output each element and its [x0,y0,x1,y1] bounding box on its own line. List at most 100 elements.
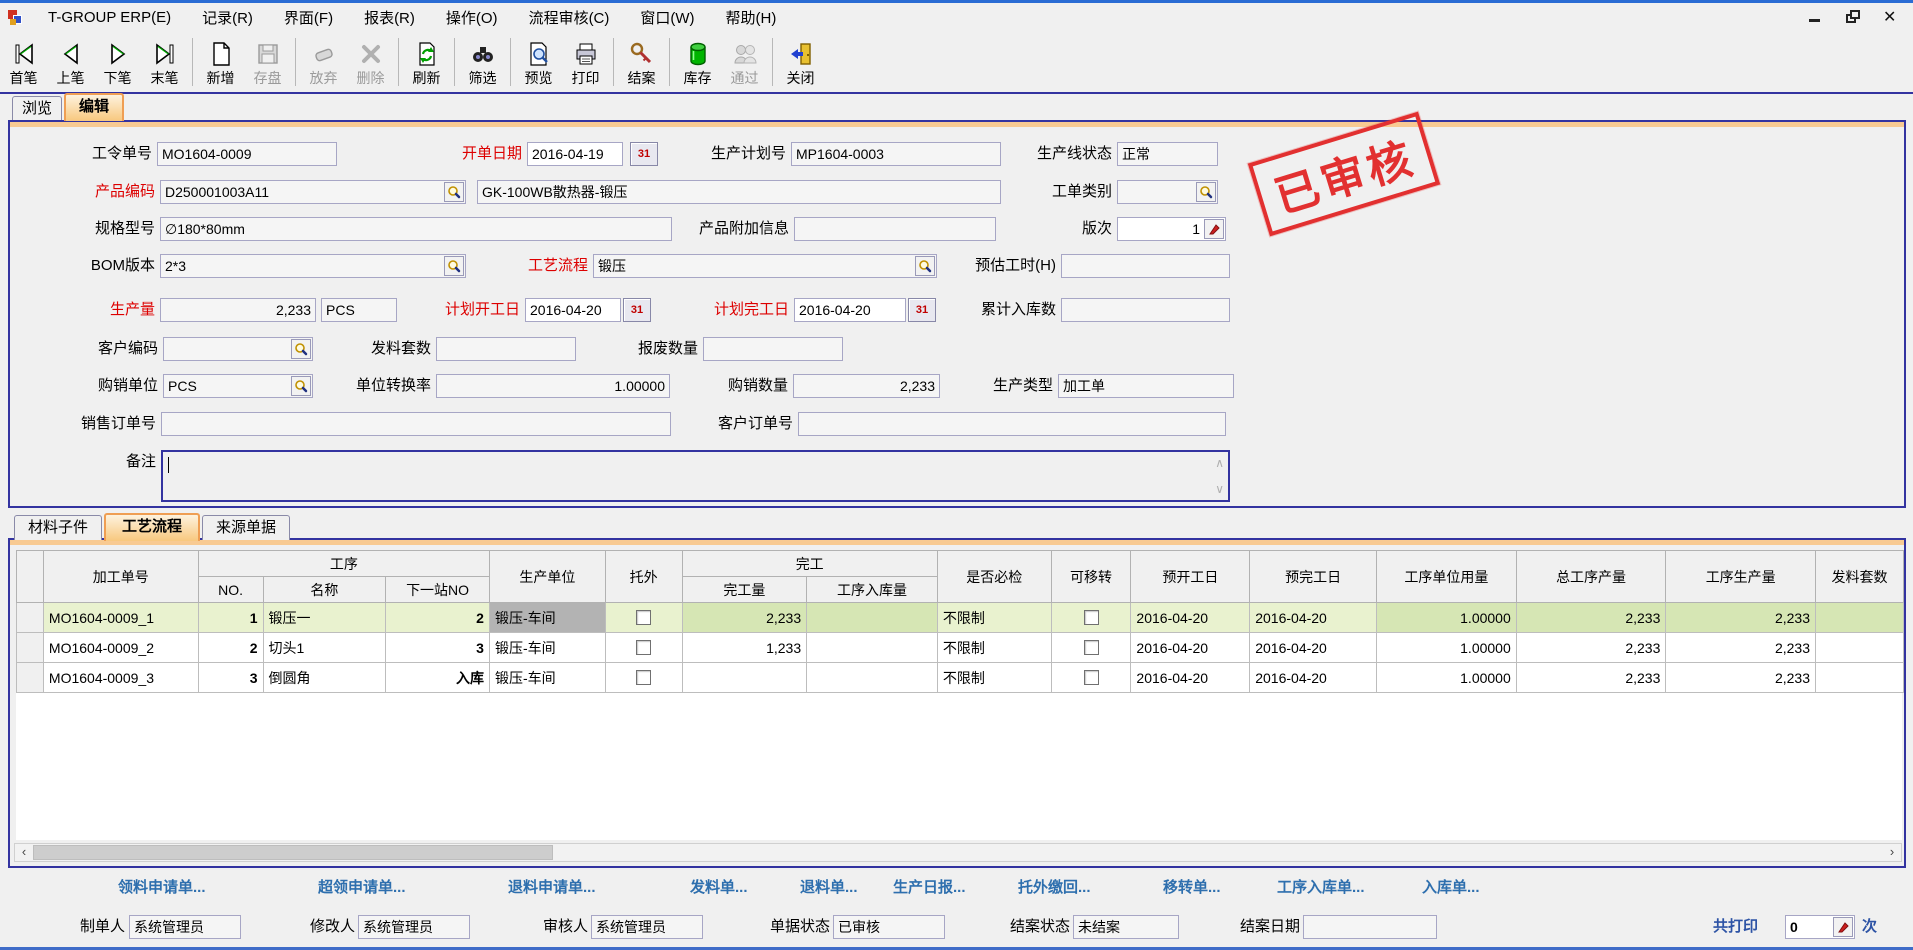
transferable-checkbox[interactable] [1084,610,1099,625]
transferable-checkbox[interactable] [1084,670,1099,685]
cell-unit[interactable]: 锻压-车间 [489,633,605,663]
cell-outsource[interactable] [605,603,682,633]
first-record-button[interactable]: 首笔 [0,34,47,90]
cell-no[interactable]: 1 [198,603,263,633]
prod-qty-input[interactable] [161,299,315,321]
cell-name[interactable]: 锻压一 [263,603,386,633]
order-type-lookup-icon[interactable] [1196,182,1216,202]
col-issue-sets-header[interactable]: 发料套数 [1816,551,1904,603]
link-return-request[interactable]: 退料申请单... [508,876,596,897]
transferable-checkbox[interactable] [1084,640,1099,655]
tab-process-flow[interactable]: 工艺流程 [104,513,200,541]
col-next-no-header[interactable]: 下一站NO [386,577,490,603]
cell-unit[interactable]: 锻压-车间 [489,663,605,693]
customer-order-no-input[interactable] [799,413,1225,435]
cell-pre-start[interactable]: 2016-04-20 [1131,663,1250,693]
unit-rate-input[interactable] [437,375,669,397]
cell-pre-end[interactable]: 2016-04-20 [1250,663,1377,693]
next-record-button[interactable]: 下笔 [94,34,141,90]
outsource-checkbox[interactable] [636,670,651,685]
menu-window[interactable]: 窗口(W) [640,7,694,28]
col-no-header[interactable]: NO. [198,577,263,603]
cell-name[interactable]: 切头1 [263,633,386,663]
menu-help[interactable]: 帮助(H) [726,7,777,28]
menu-tgroup-erp[interactable]: T-GROUP ERP(E) [48,9,171,26]
inventory-button[interactable]: 库存 [674,34,721,90]
col-unit-header[interactable]: 生产单位 [489,551,605,603]
scroll-down-icon[interactable]: ∨ [1215,484,1224,494]
menu-interface[interactable]: 界面(F) [284,7,333,28]
version-red-pen-icon[interactable] [1204,219,1224,239]
cell-next-no[interactable]: 2 [386,603,490,633]
issue-sets-input[interactable] [437,338,575,360]
cell-pre-end[interactable]: 2016-04-20 [1250,633,1377,663]
menu-record[interactable]: 记录(R) [202,7,253,28]
col-name-header[interactable]: 名称 [263,577,386,603]
prod-type-input[interactable] [1059,375,1233,397]
row-selector[interactable] [17,663,44,693]
spec-input[interactable] [161,218,671,240]
link-process-instore-doc[interactable]: 工序入库单... [1277,876,1365,897]
grid-row-1[interactable]: MO1604-0009_1 1 锻压一 2 锻压-车间 2,233 不限制 20… [17,603,1904,633]
open-date-input[interactable] [528,143,622,165]
scroll-right-icon[interactable]: › [1883,844,1901,861]
previous-record-button[interactable]: 上笔 [47,34,94,90]
link-production-daily[interactable]: 生产日报... [893,876,966,897]
cell-name[interactable]: 倒圆角 [263,663,386,693]
menu-workflow-audit[interactable]: 流程审核(C) [529,7,610,28]
grid-row-3[interactable]: MO1604-0009_3 3 倒圆角 入库 锻压-车间 不限制 2016-04… [17,663,1904,693]
horizontal-scrollbar[interactable]: ‹ › [14,843,1902,862]
line-status-input[interactable] [1118,143,1217,165]
cell-next-no[interactable]: 3 [386,633,490,663]
print-count-red-pen-icon[interactable] [1833,917,1853,937]
link-over-request[interactable]: 超领申请单... [318,876,406,897]
product-name-input[interactable] [478,181,1000,203]
modifier-input[interactable] [359,916,469,938]
last-record-button[interactable]: 末笔 [141,34,188,90]
col-done-qty-header[interactable]: 完工量 [682,577,807,603]
col-pre-end-header[interactable]: 预完工日 [1250,551,1377,603]
tab-browse[interactable]: 浏览 [12,96,62,121]
app-icon[interactable] [8,8,26,26]
row-selector[interactable] [17,603,44,633]
order-type-input[interactable] [1118,181,1196,203]
cell-order[interactable]: MO1604-0009_1 [43,603,198,633]
cell-pre-start[interactable]: 2016-04-20 [1131,633,1250,663]
cell-order[interactable]: MO1604-0009_2 [43,633,198,663]
sales-order-no-input[interactable] [162,413,670,435]
close-icon[interactable]: ✕ [1883,9,1899,25]
auditor-input[interactable] [592,916,702,938]
cell-outsource[interactable] [605,633,682,663]
tab-source-documents[interactable]: 来源单据 [202,515,290,540]
plan-start-input[interactable] [526,299,620,321]
restore-icon[interactable] [1845,9,1861,25]
remark-textarea[interactable] [163,452,1228,500]
cell-transferable[interactable] [1051,633,1131,663]
link-return-doc[interactable]: 退料单... [800,876,858,897]
order-no-input[interactable] [158,143,336,165]
cell-outsource[interactable] [605,663,682,693]
link-instore-doc[interactable]: 入库单... [1422,876,1480,897]
cell-must-check[interactable]: 不限制 [937,603,1051,633]
product-code-lookup-icon[interactable] [444,182,464,202]
menu-operation[interactable]: 操作(O) [446,7,498,28]
col-transferable-header[interactable]: 可移转 [1051,551,1131,603]
cell-transferable[interactable] [1051,603,1131,633]
print-count-input[interactable] [1786,916,1833,938]
scrap-qty-input[interactable] [704,338,842,360]
menu-report[interactable]: 报表(R) [364,7,415,28]
tab-edit[interactable]: 编辑 [64,93,124,121]
close-status-input[interactable] [1074,916,1178,938]
process-flow-input[interactable] [594,255,915,277]
close-date-input[interactable] [1304,916,1436,938]
creator-input[interactable] [130,916,240,938]
row-selector[interactable] [17,633,44,663]
close-case-button[interactable]: 结案 [618,34,665,90]
grid-row-2[interactable]: MO1604-0009_2 2 切头1 3 锻压-车间 1,233 不限制 20… [17,633,1904,663]
scroll-up-icon[interactable]: ∧ [1215,458,1224,468]
preview-button[interactable]: 预览 [515,34,562,90]
col-process-output-header[interactable]: 工序生产量 [1666,551,1816,603]
cell-must-check[interactable]: 不限制 [937,663,1051,693]
bom-version-input[interactable] [161,255,444,277]
print-button[interactable]: 打印 [562,34,609,90]
